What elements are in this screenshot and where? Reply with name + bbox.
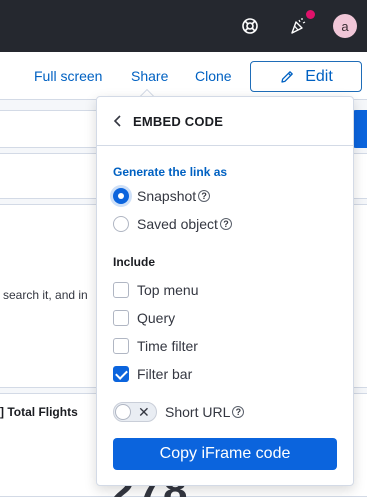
checkbox-label: Top menu	[137, 282, 199, 298]
party-popper-icon	[291, 18, 306, 34]
question-icon[interactable]: ?	[198, 190, 211, 202]
edit-button[interactable]: Edit	[250, 61, 362, 92]
radio-label: Saved object	[137, 216, 218, 232]
pencil-icon	[281, 70, 294, 83]
short-url-label: Short URL	[165, 404, 231, 420]
checkbox-label: Filter bar	[137, 366, 193, 382]
checkbox-time-filter[interactable]: Time filter	[113, 336, 198, 356]
copy-iframe-button[interactable]: Copy iFrame code	[113, 438, 337, 470]
chevron-left-icon[interactable]	[111, 114, 125, 128]
radio-button[interactable]	[113, 188, 129, 204]
short-url-toggle[interactable]: ✕	[113, 402, 157, 422]
radio-snapshot[interactable]: Snapshot ?	[113, 186, 211, 206]
popover-title: EMBED CODE	[133, 114, 224, 129]
radio-button[interactable]	[113, 216, 129, 232]
popover-header: EMBED CODE	[97, 97, 353, 146]
checkbox-query[interactable]: Query	[113, 308, 175, 328]
clone-link[interactable]: Clone	[195, 68, 232, 84]
question-icon[interactable]: ?	[232, 406, 245, 418]
cross-icon: ✕	[138, 404, 150, 420]
full-screen-link[interactable]: Full screen	[34, 68, 102, 84]
toggle-knob	[115, 404, 131, 420]
checkbox[interactable]	[113, 310, 129, 326]
radio-label: Snapshot	[137, 188, 197, 204]
short-url-row[interactable]: ✕ Short URL ?	[113, 402, 245, 422]
share-link[interactable]: Share	[131, 68, 168, 84]
checkbox[interactable]	[113, 282, 129, 298]
lifebuoy-icon	[242, 18, 258, 34]
checkbox-label: Query	[137, 310, 176, 326]
dashboard-toolbar: Full screen Share Clone Edit	[0, 52, 367, 100]
help-menu-icon[interactable]	[238, 14, 262, 38]
panel-text-fragment: search it, and in	[3, 288, 88, 302]
checkbox-filter-bar[interactable]: Filter bar	[113, 364, 192, 384]
share-popover: EMBED CODE Generate the link as Snapshot…	[96, 96, 354, 486]
include-label: Include	[113, 255, 156, 269]
radio-saved-object[interactable]: Saved object ?	[113, 214, 232, 234]
notification-dot	[306, 10, 315, 19]
checkbox[interactable]	[113, 366, 129, 382]
checkbox[interactable]	[113, 338, 129, 354]
user-avatar[interactable]: a	[333, 14, 357, 38]
generate-link-label: Generate the link as	[113, 165, 228, 179]
question-icon[interactable]: ?	[219, 218, 232, 230]
checkbox-top-menu[interactable]: Top menu	[113, 280, 198, 300]
edit-label: Edit	[305, 67, 333, 85]
checkbox-label: Time filter	[137, 338, 198, 354]
panel-title: ] Total Flights	[0, 405, 78, 419]
top-header: a	[0, 0, 367, 52]
update-button-edge	[352, 110, 367, 148]
